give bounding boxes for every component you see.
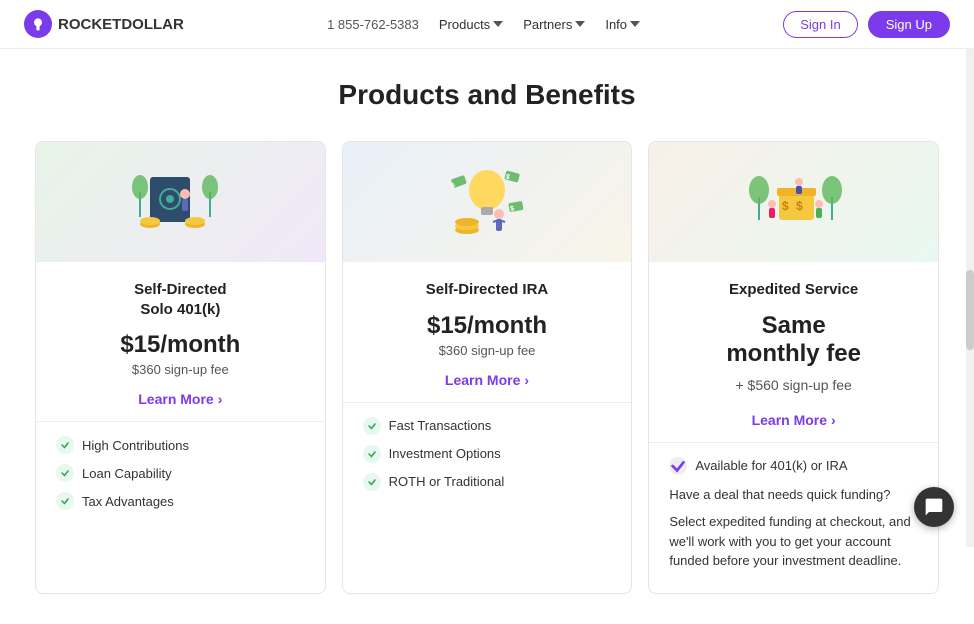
card-features-ira: Fast Transactions Investment Options ROT… [343, 403, 632, 593]
card-title-ira: Self-Directed IRA [363, 280, 612, 300]
feature-high-contributions: High Contributions [56, 436, 305, 454]
scrollbar-thumb[interactable] [966, 270, 974, 350]
logo-icon [24, 10, 52, 38]
nav-center: 1 855-762-5383 Products Partners Info [327, 17, 640, 32]
chat-bubble-button[interactable] [914, 487, 954, 527]
illustration-expedited: $ $ [744, 152, 844, 252]
nav-info[interactable]: Info [605, 17, 640, 32]
nav-phone: 1 855-762-5383 [327, 17, 419, 32]
chat-icon [924, 497, 944, 517]
arrow-right-icon: › [524, 372, 529, 388]
card-features-401k: High Contributions Loan Capability Tax A… [36, 422, 325, 593]
card-price-expedited: Same monthly fee + $560 sign-up fee [669, 312, 918, 398]
card-body-ira: Self-Directed IRA $15/month $360 sign-up… [343, 262, 632, 403]
card-image-ira: $ $ $ [343, 142, 632, 262]
chevron-down-icon [493, 19, 503, 29]
card-body-expedited: Expedited Service Same monthly fee + $56… [649, 262, 938, 443]
illustration-401k [130, 152, 230, 252]
logo[interactable]: ROCKETDOLLAR [24, 10, 184, 38]
card-title-401k: Self-DirectedSolo 401(k) [56, 280, 305, 319]
cards-grid: Self-DirectedSolo 401(k) $15/month $360 … [27, 141, 947, 594]
card-image-expedited: $ $ [649, 142, 938, 262]
check-icon [56, 436, 74, 454]
illustration-ira: $ $ $ [437, 152, 537, 252]
arrow-right-icon: › [831, 412, 836, 428]
learn-more-ira[interactable]: Learn More › [363, 372, 612, 388]
card-price-401k: $15/month [56, 331, 305, 359]
nav-products[interactable]: Products [439, 17, 503, 32]
feature-investment-options: Investment Options [363, 445, 612, 463]
check-icon [363, 417, 381, 435]
chevron-down-icon [575, 19, 585, 29]
feature-roth-traditional: ROTH or Traditional [363, 473, 612, 491]
svg-text:$: $ [782, 199, 789, 213]
logo-text: ROCKETDOLLAR [58, 16, 184, 33]
nav-actions: Sign In Sign Up [783, 11, 950, 38]
learn-more-401k[interactable]: Learn More › [56, 391, 305, 407]
feature-fast-transactions: Fast Transactions [363, 417, 612, 435]
navbar: ROCKETDOLLAR 1 855-762-5383 Products Par… [0, 0, 974, 49]
arrow-right-icon: › [218, 391, 223, 407]
chevron-down-icon [630, 19, 640, 29]
check-icon [363, 473, 381, 491]
signup-button[interactable]: Sign Up [868, 11, 950, 38]
card-fee-ira: $360 sign-up fee [363, 343, 612, 358]
card-ira: $ $ $ Self-Directed IRA [342, 141, 633, 594]
feature-available-401k-ira: Available for 401(k) or IRA [669, 457, 918, 475]
feature-tax-advantages: Tax Advantages [56, 492, 305, 510]
signin-button[interactable]: Sign In [783, 11, 857, 38]
expedited-description: Have a deal that needs quick funding? Se… [669, 485, 918, 571]
card-features-expedited: Available for 401(k) or IRA Have a deal … [649, 443, 938, 593]
check-icon [56, 492, 74, 510]
card-expedited: $ $ Expedited Service Same monthly fee +… [648, 141, 939, 594]
card-title-expedited: Expedited Service [669, 280, 918, 300]
check-icon [363, 445, 381, 463]
nav-partners[interactable]: Partners [523, 17, 585, 32]
learn-more-expedited[interactable]: Learn More › [669, 412, 918, 428]
card-price-ira: $15/month [363, 312, 612, 340]
feature-loan-capability: Loan Capability [56, 464, 305, 482]
svg-text:$: $ [796, 199, 803, 213]
card-solo-401k: Self-DirectedSolo 401(k) $15/month $360 … [35, 141, 326, 594]
card-fee-401k: $360 sign-up fee [56, 362, 305, 377]
main-content: Products and Benefits [0, 49, 974, 624]
scrollbar-track [966, 0, 974, 547]
check-icon [56, 464, 74, 482]
page-title: Products and Benefits [20, 79, 954, 111]
check-alt-icon [669, 457, 687, 475]
card-image-401k [36, 142, 325, 262]
card-body-401k: Self-DirectedSolo 401(k) $15/month $360 … [36, 262, 325, 422]
